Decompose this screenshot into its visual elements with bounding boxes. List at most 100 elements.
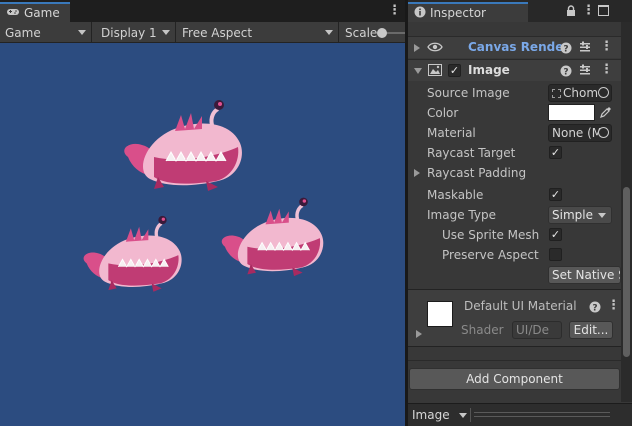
lock-icon[interactable]	[566, 5, 576, 20]
eyedropper-icon[interactable]	[600, 106, 612, 121]
help-icon[interactable]: ?	[560, 42, 572, 56]
image-type-dropdown[interactable]: Simple	[548, 206, 612, 224]
game-kebab-menu-icon[interactable]: ⋮	[388, 4, 401, 18]
preserve-aspect-row: Preserve Aspect	[408, 245, 621, 265]
shader-value: UI/De	[516, 323, 549, 337]
inspector-tab-strip: Inspector ⋮	[408, 0, 632, 22]
scale-label: Scale	[345, 25, 378, 40]
use-sprite-mesh-checkbox[interactable]: ✓	[549, 228, 562, 241]
use-sprite-mesh-label: Use Sprite Mesh	[442, 228, 540, 242]
presets-icon[interactable]	[579, 41, 591, 55]
footer-divider	[470, 408, 471, 422]
scale-slider-handle[interactable]	[377, 28, 387, 38]
footer-dropdown[interactable]: Image	[412, 407, 468, 423]
game-toolbar: Game Display 1 Free Aspect Scale	[0, 22, 405, 43]
set-native-size-label: Set Native S	[552, 268, 621, 282]
raycast-padding-label: Raycast Padding	[427, 166, 527, 180]
material-label: Material	[427, 126, 476, 140]
chevron-down-icon	[598, 213, 606, 218]
divider	[408, 360, 621, 361]
shader-label: Shader	[461, 323, 504, 337]
raycast-padding-row[interactable]: Raycast Padding	[408, 163, 621, 183]
game-view[interactable]	[0, 43, 405, 426]
presets-icon[interactable]	[579, 64, 591, 78]
svg-text:?: ?	[592, 304, 597, 314]
object-picker-icon[interactable]	[598, 87, 609, 98]
color-label: Color	[427, 106, 459, 120]
footer-dropdown-label: Image	[412, 408, 450, 422]
maskable-row: Maskable ✓	[408, 185, 621, 205]
aspect-label: Free Aspect	[182, 25, 253, 40]
resize-handle[interactable]	[474, 412, 610, 417]
source-image-field[interactable]: Chom	[548, 84, 612, 102]
canvas-renderer-title: Canvas Rende	[468, 40, 564, 54]
creature-3	[221, 197, 324, 277]
edit-label: Edit...	[573, 323, 609, 337]
aspect-dropdown[interactable]: Free Aspect	[177, 22, 339, 43]
chevron-down-icon	[162, 30, 170, 35]
scrollbar-thumb[interactable]	[623, 187, 630, 357]
help-icon[interactable]: ?	[589, 301, 601, 315]
game-tab-strip: Game ⋮	[0, 0, 405, 22]
set-native-size-button[interactable]: Set Native S	[548, 266, 621, 284]
tab-game[interactable]: Game	[0, 2, 70, 22]
shader-dropdown[interactable]: UI/De	[512, 321, 562, 339]
color-swatch[interactable]	[548, 104, 595, 121]
tab-inspector[interactable]: Inspector	[408, 2, 528, 22]
material-thumbnail	[427, 301, 453, 327]
preserve-aspect-checkbox[interactable]	[549, 248, 562, 261]
inspector-panel: Inspector ⋮ Canvas Rende ? ⋮ ✓ Image ? ⋮…	[408, 0, 632, 426]
creature-2	[83, 215, 182, 292]
image-component-header[interactable]: ✓ Image ? ⋮	[408, 59, 621, 81]
object-picker-icon[interactable]	[598, 127, 609, 138]
preserve-aspect-label: Preserve Aspect	[442, 248, 539, 262]
component-kebab-icon[interactable]: ⋮	[600, 40, 613, 54]
scale-slider[interactable]	[377, 28, 405, 38]
image-type-row: Image Type Simple	[408, 205, 621, 225]
raycast-target-checkbox[interactable]: ✓	[549, 146, 562, 159]
material-preview-section: Default UI Material ? ⋮ Shader UI/De Edi…	[408, 290, 621, 346]
gamepad-icon	[6, 7, 20, 20]
image-type-value: Simple	[552, 208, 593, 222]
display-dropdown[interactable]: Display 1	[96, 22, 176, 43]
material-value: None (M	[552, 126, 603, 140]
maskable-label: Maskable	[427, 188, 484, 202]
add-component-button[interactable]: Add Component	[409, 368, 620, 390]
help-icon[interactable]: ?	[560, 65, 572, 79]
foldout-down-icon[interactable]	[414, 68, 422, 74]
maximize-icon[interactable]	[598, 5, 609, 16]
material-field[interactable]: None (M	[548, 124, 612, 142]
game-panel: Game ⋮ Game Display 1 Free Aspect Scale	[0, 0, 405, 426]
svg-text:?: ?	[563, 45, 568, 55]
sprite-icon	[552, 88, 561, 98]
image-component-title: Image	[468, 63, 510, 77]
panel-splitter[interactable]	[405, 0, 408, 426]
chevron-down-icon	[78, 30, 86, 35]
raycast-target-row: Raycast Target ✓	[408, 143, 621, 163]
foldout-right-icon[interactable]	[414, 44, 420, 52]
source-image-value: Chom	[563, 86, 599, 100]
inspector-scrollbar[interactable]	[621, 22, 632, 402]
inspector-footer: Image	[408, 403, 632, 426]
source-image-row: Source Image Chom	[408, 83, 621, 103]
foldout-right-icon[interactable]	[416, 330, 422, 338]
raycast-target-label: Raycast Target	[427, 146, 516, 160]
material-kebab-icon[interactable]: ⋮	[607, 299, 620, 313]
game-mode-dropdown[interactable]: Game	[0, 22, 92, 43]
image-type-label: Image Type	[427, 208, 496, 222]
chevron-down-icon	[459, 413, 467, 418]
info-icon	[414, 6, 426, 21]
tab-game-label: Game	[24, 6, 60, 20]
maskable-checkbox[interactable]: ✓	[549, 188, 562, 201]
divider	[408, 346, 621, 347]
shader-edit-button[interactable]: Edit...	[569, 321, 613, 339]
component-kebab-icon[interactable]: ⋮	[600, 63, 613, 77]
source-image-label: Source Image	[427, 86, 510, 100]
canvas-renderer-header[interactable]: Canvas Rende ? ⋮	[408, 36, 621, 58]
use-sprite-mesh-row: Use Sprite Mesh ✓	[408, 225, 621, 245]
color-row: Color	[408, 103, 621, 123]
tab-inspector-label: Inspector	[430, 6, 486, 20]
inspector-kebab-menu-icon[interactable]: ⋮	[582, 4, 595, 18]
image-enabled-checkbox[interactable]: ✓	[448, 64, 461, 77]
foldout-right-icon[interactable]	[414, 169, 420, 177]
